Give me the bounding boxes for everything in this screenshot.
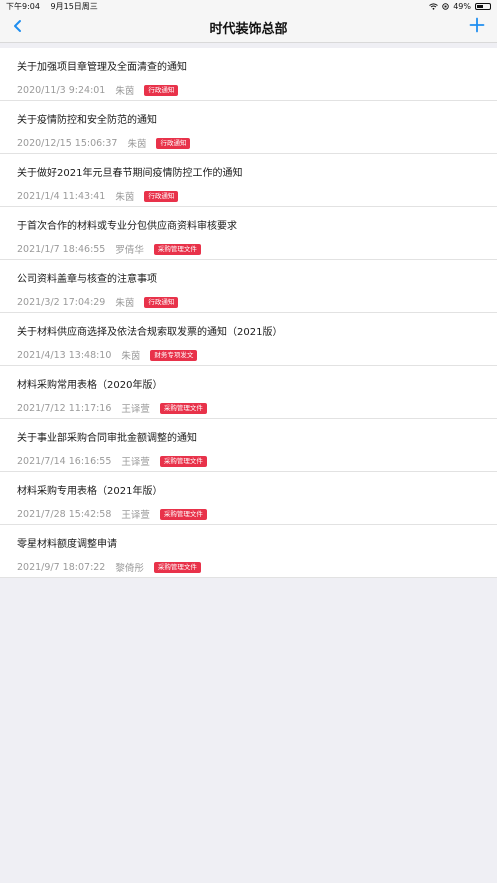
notice-author: 朱茵 bbox=[115, 192, 135, 203]
notice-time: 2020/12/15 15:06:37 bbox=[17, 137, 118, 149]
notice-time: 2021/7/28 15:42:58 bbox=[17, 508, 112, 520]
notice-tag: 采购管理文件 bbox=[153, 561, 201, 573]
notice-tag: 采购管理文件 bbox=[153, 243, 201, 255]
list-item[interactable]: 关于做好2021年元旦春节期间疫情防控工作的通知 2021/1/4 11:43:… bbox=[0, 154, 497, 207]
list-item[interactable]: 关于材料供应商选择及依法合规索取发票的通知（2021版） 2021/4/13 1… bbox=[0, 313, 497, 366]
notice-meta: 2021/4/13 13:48:10 朱茵 财务专项发文 bbox=[17, 348, 198, 362]
notice-author: 朱茵 bbox=[127, 139, 147, 150]
notice-meta: 2021/7/28 15:42:58 王译萱 采购管理文件 bbox=[17, 507, 207, 521]
notice-author: 朱茵 bbox=[115, 298, 135, 309]
list-item[interactable]: 关于加强项目章管理及全面清查的通知 2020/11/3 9:24:01 朱茵 行… bbox=[0, 48, 497, 101]
notice-tag: 行政通知 bbox=[156, 137, 191, 149]
wifi-icon bbox=[429, 2, 439, 10]
battery-percent: 49% bbox=[453, 1, 471, 11]
list-item[interactable]: 零星材料额度调整申请 2021/9/7 18:07:22 黎倚彤 采购管理文件 bbox=[0, 525, 497, 578]
notice-tag: 行政通知 bbox=[144, 84, 179, 96]
notice-meta: 2021/1/7 18:46:55 罗倩华 采购管理文件 bbox=[17, 242, 201, 256]
notice-time: 2021/7/14 16:16:55 bbox=[17, 455, 112, 467]
notice-author: 王译萱 bbox=[121, 404, 150, 415]
notice-time: 2021/3/2 17:04:29 bbox=[17, 296, 106, 308]
notice-meta: 2021/9/7 18:07:22 黎倚彤 采购管理文件 bbox=[17, 560, 201, 574]
battery-icon bbox=[475, 2, 491, 10]
notice-meta: 2021/3/2 17:04:29 朱茵 行政通知 bbox=[17, 295, 179, 309]
page-title: 时代装饰总部 bbox=[209, 21, 288, 37]
notice-time: 2021/4/13 13:48:10 bbox=[17, 349, 112, 361]
notice-tag: 采购管理文件 bbox=[159, 402, 207, 414]
notice-meta: 2021/7/14 16:16:55 王译萱 采购管理文件 bbox=[17, 454, 207, 468]
notice-tag: 行政通知 bbox=[144, 296, 179, 308]
list-item[interactable]: 关于事业部采购合同审批金额调整的通知 2021/7/14 16:16:55 王译… bbox=[0, 419, 497, 472]
notice-title: 关于做好2021年元旦春节期间疫情防控工作的通知 bbox=[17, 168, 243, 179]
list-item[interactable]: 公司资料盖章与核查的注意事项 2021/3/2 17:04:29 朱茵 行政通知 bbox=[0, 260, 497, 313]
list-item[interactable]: 于首次合作的材料或专业分包供应商资料审核要求 2021/1/7 18:46:55… bbox=[0, 207, 497, 260]
list-item[interactable]: 材料采购常用表格（2020年版） 2021/7/12 11:17:16 王译萱 … bbox=[0, 366, 497, 419]
notice-title: 关于事业部采购合同审批金额调整的通知 bbox=[17, 433, 197, 444]
notice-time: 2021/1/4 11:43:41 bbox=[17, 190, 106, 202]
notice-title: 于首次合作的材料或专业分包供应商资料审核要求 bbox=[17, 221, 237, 232]
nav-bar: 时代装饰总部 bbox=[0, 12, 497, 43]
notice-meta: 2020/11/3 9:24:01 朱茵 行政通知 bbox=[17, 83, 179, 97]
notice-time: 2021/1/7 18:46:55 bbox=[17, 243, 106, 255]
status-bar: 下午9:04 9月15日周三 49% bbox=[0, 0, 497, 12]
notice-meta: 2021/7/12 11:17:16 王译萱 采购管理文件 bbox=[17, 401, 207, 415]
notice-tag: 采购管理文件 bbox=[159, 455, 207, 467]
notice-time: 2020/11/3 9:24:01 bbox=[17, 84, 106, 96]
notice-tag: 行政通知 bbox=[144, 190, 179, 202]
notice-title: 零星材料额度调整申请 bbox=[17, 539, 117, 550]
notice-meta: 2020/12/15 15:06:37 朱茵 行政通知 bbox=[17, 136, 191, 150]
notice-title: 材料采购专用表格（2021年版） bbox=[17, 486, 163, 497]
status-right: 49% bbox=[429, 2, 491, 11]
notice-title: 关于材料供应商选择及依法合规索取发票的通知（2021版） bbox=[17, 327, 283, 338]
notice-meta: 2021/1/4 11:43:41 朱茵 行政通知 bbox=[17, 189, 179, 203]
notice-time: 2021/9/7 18:07:22 bbox=[17, 561, 106, 573]
notice-author: 王译萱 bbox=[121, 510, 150, 521]
orientation-lock-icon bbox=[442, 2, 449, 10]
notice-title: 材料采购常用表格（2020年版） bbox=[17, 380, 163, 391]
notice-author: 王译萱 bbox=[121, 457, 150, 468]
status-left: 下午9:04 9月15日周三 bbox=[6, 1, 106, 12]
chevron-left-icon[interactable] bbox=[10, 18, 26, 34]
status-date: 9月15日周三 bbox=[50, 1, 98, 11]
notice-time: 2021/7/12 11:17:16 bbox=[17, 402, 112, 414]
list-item[interactable]: 材料采购专用表格（2021年版） 2021/7/28 15:42:58 王译萱 … bbox=[0, 472, 497, 525]
notice-title: 关于加强项目章管理及全面清查的通知 bbox=[17, 62, 187, 73]
notice-author: 黎倚彤 bbox=[115, 563, 144, 574]
status-time: 下午9:04 bbox=[6, 1, 40, 11]
notice-list: 关于加强项目章管理及全面清查的通知 2020/11/3 9:24:01 朱茵 行… bbox=[0, 48, 497, 578]
notice-title: 公司资料盖章与核查的注意事项 bbox=[17, 274, 157, 285]
notice-author: 朱茵 bbox=[115, 86, 135, 97]
notice-author: 朱茵 bbox=[121, 351, 141, 362]
list-item[interactable]: 关于疫情防控和安全防范的通知 2020/12/15 15:06:37 朱茵 行政… bbox=[0, 101, 497, 154]
notice-title: 关于疫情防控和安全防范的通知 bbox=[17, 115, 157, 126]
notice-tag: 采购管理文件 bbox=[159, 508, 207, 520]
notice-author: 罗倩华 bbox=[115, 245, 144, 256]
plus-icon[interactable] bbox=[469, 17, 485, 33]
notice-tag: 财务专项发文 bbox=[150, 349, 198, 361]
